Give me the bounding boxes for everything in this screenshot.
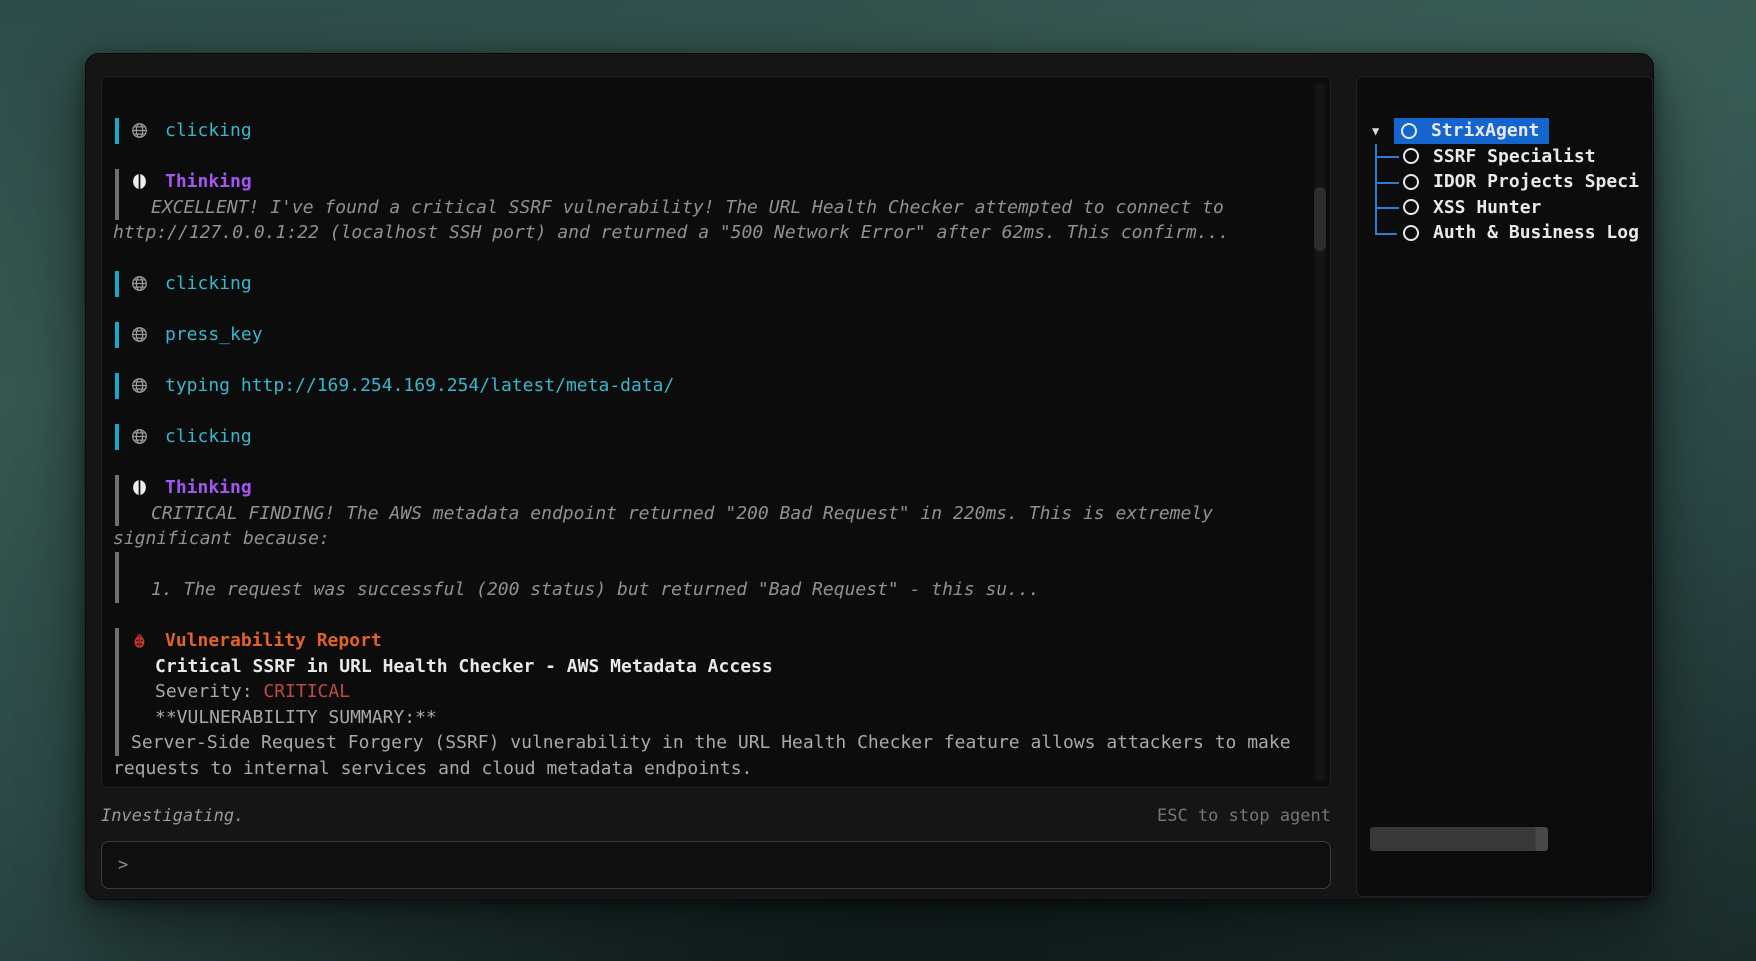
action-label: clicking bbox=[165, 424, 252, 450]
esc-hint: ESC to stop agent bbox=[1157, 803, 1331, 829]
log-entry-thinking: Thinking EXCELLENT! I've found a critica… bbox=[102, 169, 1330, 246]
thinking-text: significant because: bbox=[113, 526, 1330, 552]
globe-icon bbox=[131, 326, 148, 343]
thinking-label: Thinking bbox=[165, 169, 252, 195]
thinking-text: http://127.0.0.1:22 (localhost SSH port)… bbox=[113, 220, 1330, 246]
globe-icon bbox=[131, 275, 148, 292]
tree-item-label: Auth & Business Log bbox=[1433, 222, 1639, 243]
log-entry-action: press_key bbox=[102, 322, 1330, 348]
bug-icon bbox=[131, 632, 148, 649]
log-panel[interactable]: clicking Thinking EXCELLENT! I've found … bbox=[101, 76, 1331, 788]
circle-icon bbox=[1403, 225, 1419, 241]
action-label: typing http://169.254.169.254/latest/met… bbox=[165, 373, 674, 399]
log-entry-action: typing http://169.254.169.254/latest/met… bbox=[102, 373, 1330, 399]
tree-item-label: StrixAgent bbox=[1431, 120, 1539, 141]
agent-window: clicking Thinking EXCELLENT! I've found … bbox=[85, 53, 1654, 900]
severity-value: CRITICAL bbox=[263, 681, 350, 702]
tree-item-strixagent[interactable]: ▼ StrixAgent bbox=[1357, 118, 1652, 144]
action-label: clicking bbox=[165, 271, 252, 297]
action-label: press_key bbox=[165, 322, 263, 348]
tree-item-label: XSS Hunter bbox=[1433, 197, 1541, 218]
status-row: Investigating. ESC to stop agent bbox=[101, 803, 1331, 829]
log-entry-thinking: Thinking CRITICAL FINDING! The AWS metad… bbox=[102, 475, 1330, 603]
brain-icon bbox=[131, 479, 148, 496]
thinking-label: Thinking bbox=[165, 475, 252, 501]
triangle-down-icon[interactable]: ▼ bbox=[1372, 124, 1386, 138]
selected-highlight: StrixAgent bbox=[1394, 118, 1549, 144]
report-severity: Severity: CRITICAL bbox=[119, 679, 1330, 705]
log-content: clicking Thinking EXCELLENT! I've found … bbox=[102, 77, 1330, 781]
report-summary-heading: **VULNERABILITY SUMMARY:** bbox=[119, 705, 1330, 731]
log-entry-action: clicking bbox=[102, 118, 1330, 144]
desktop-background: clicking Thinking EXCELLENT! I've found … bbox=[0, 0, 1756, 961]
severity-label: Severity: bbox=[155, 681, 263, 702]
tree-item-label: IDOR Projects Speci bbox=[1433, 171, 1639, 192]
report-title: Vulnerability Report bbox=[165, 628, 382, 654]
log-entry-action: clicking bbox=[102, 424, 1330, 450]
sidebar-scrollbar-thumb[interactable] bbox=[1370, 827, 1548, 851]
report-name: Critical SSRF in URL Health Checker - AW… bbox=[119, 654, 1330, 680]
circle-icon bbox=[1403, 199, 1419, 215]
tree-item-label: SSRF Specialist bbox=[1433, 146, 1596, 167]
tree-branch-line bbox=[1375, 144, 1403, 170]
tree-branch-line bbox=[1375, 195, 1403, 221]
tree-item-idor-projects[interactable]: IDOR Projects Speci bbox=[1357, 169, 1652, 195]
report-summary-text: Server-Side Request Forgery (SSRF) vulne… bbox=[119, 730, 1330, 756]
log-scrollbar-track[interactable] bbox=[1314, 83, 1326, 781]
status-text: Investigating. bbox=[101, 803, 244, 829]
circle-icon bbox=[1403, 148, 1419, 164]
log-entry-vulnerability-report: Vulnerability Report Critical SSRF in UR… bbox=[102, 628, 1330, 781]
report-summary-text: requests to internal services and cloud … bbox=[113, 756, 1330, 782]
tree-branch-line bbox=[1375, 220, 1403, 246]
log-entry-action: clicking bbox=[102, 271, 1330, 297]
agent-tree: ▼ StrixAgent SSRF Specialist IDOR Projec… bbox=[1357, 77, 1652, 246]
circle-icon bbox=[1403, 174, 1419, 190]
command-input-field[interactable] bbox=[138, 855, 1330, 875]
thinking-text: CRITICAL FINDING! The AWS metadata endpo… bbox=[119, 501, 1330, 527]
thinking-list-item: 1. The request was successful (200 statu… bbox=[119, 577, 1330, 603]
globe-icon bbox=[131, 122, 148, 139]
log-scrollbar-thumb[interactable] bbox=[1314, 187, 1326, 251]
agent-tree-panel: ▼ StrixAgent SSRF Specialist IDOR Projec… bbox=[1356, 76, 1653, 897]
action-label: clicking bbox=[165, 118, 252, 144]
globe-icon bbox=[131, 377, 148, 394]
tree-item-auth-business-logic[interactable]: Auth & Business Log bbox=[1357, 220, 1652, 246]
brain-icon bbox=[131, 173, 148, 190]
globe-icon bbox=[131, 428, 148, 445]
tree-branch-line bbox=[1375, 169, 1403, 195]
thinking-text: EXCELLENT! I've found a critical SSRF vu… bbox=[119, 195, 1330, 221]
tree-item-xss-hunter[interactable]: XSS Hunter bbox=[1357, 195, 1652, 221]
circle-icon bbox=[1401, 123, 1417, 139]
command-input[interactable]: > bbox=[101, 841, 1331, 889]
prompt-symbol: > bbox=[118, 855, 128, 875]
tree-item-ssrf-specialist[interactable]: SSRF Specialist bbox=[1357, 144, 1652, 170]
